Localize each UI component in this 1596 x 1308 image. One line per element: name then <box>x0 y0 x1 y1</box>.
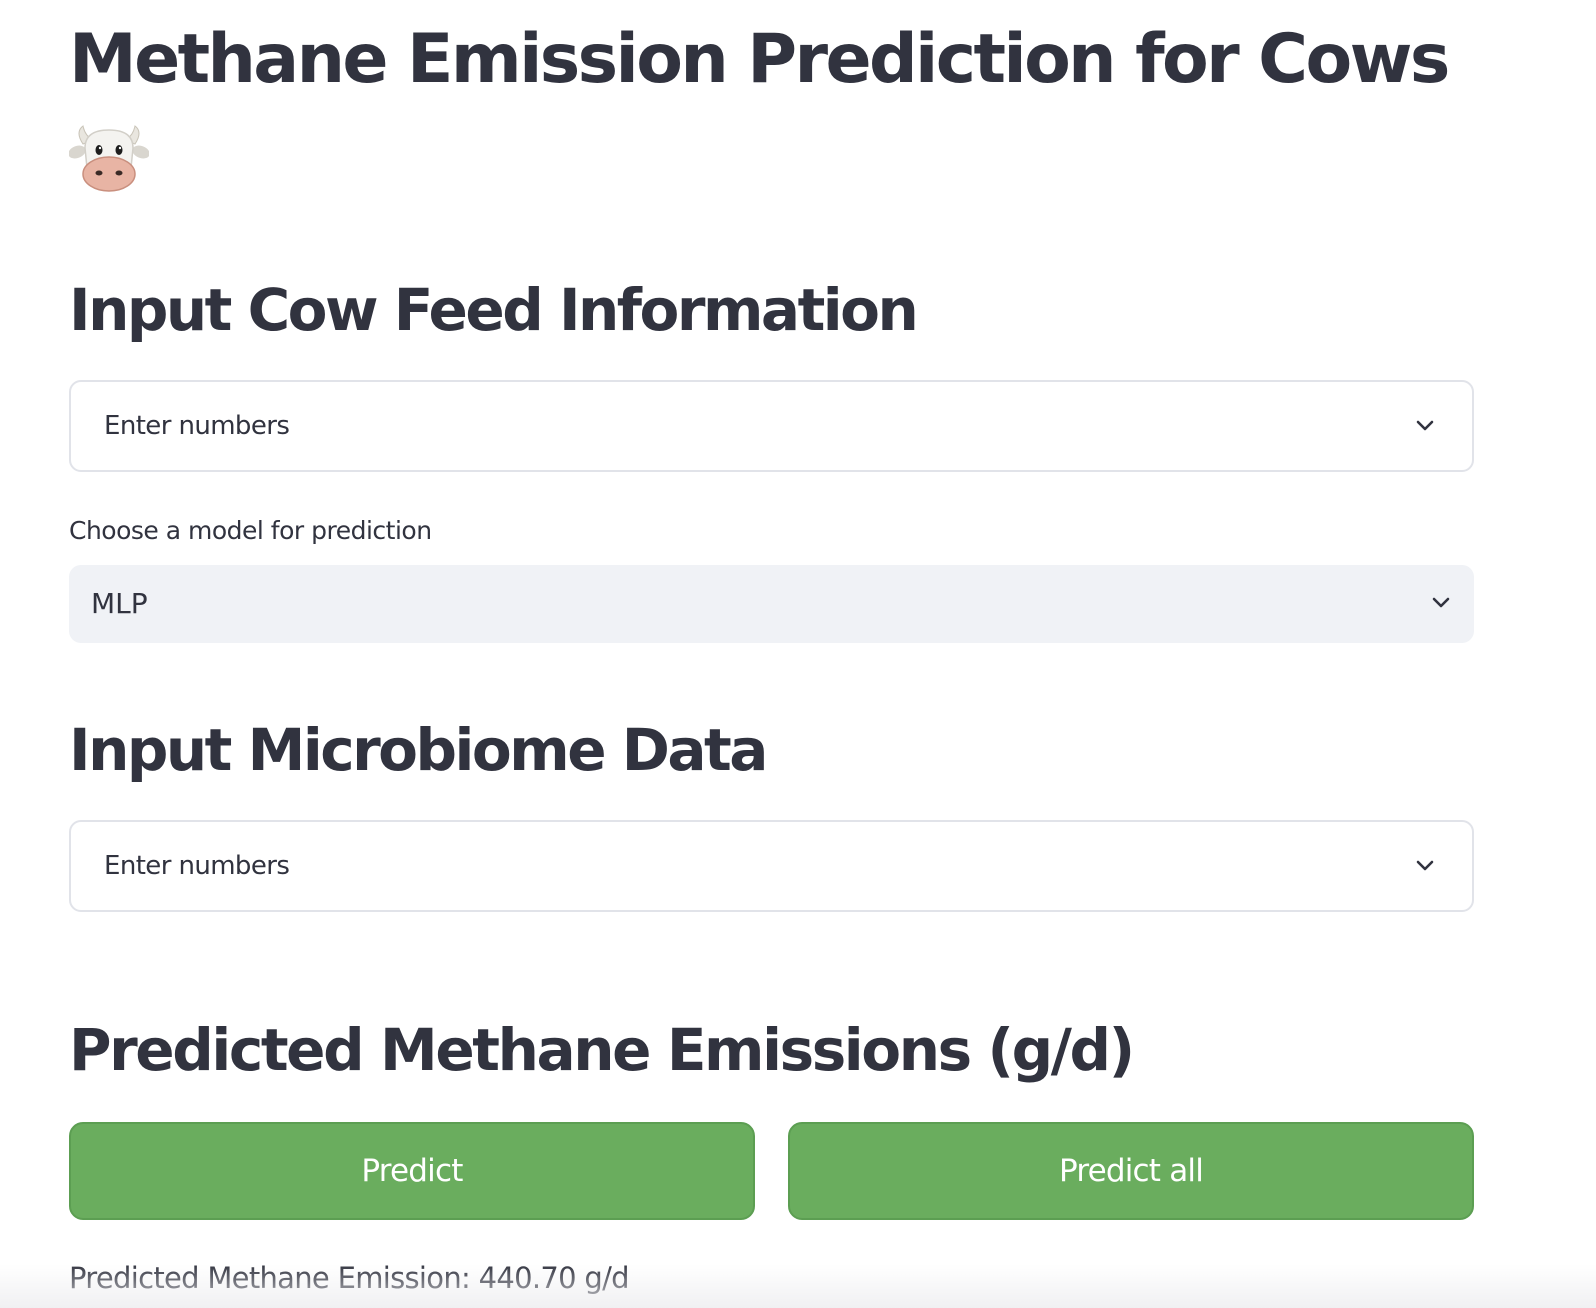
predict-button[interactable]: Predict <box>69 1122 755 1220</box>
chevron-down-icon <box>1428 590 1454 616</box>
feed-input-expander[interactable]: Enter numbers <box>69 380 1474 472</box>
prediction-result-text: Predicted Methane Emission: 440.70 g/d <box>69 1261 630 1295</box>
cow-face-icon <box>68 118 150 198</box>
microbiome-expander-label: Enter numbers <box>104 851 290 881</box>
predict-all-button[interactable]: Predict all <box>788 1122 1474 1220</box>
feed-section-heading: Input Cow Feed Information <box>69 276 919 344</box>
microbiome-section-heading: Input Microbiome Data <box>69 716 768 784</box>
model-select[interactable]: MLP <box>69 565 1474 643</box>
chevron-down-icon <box>1412 853 1438 879</box>
chevron-down-icon <box>1412 413 1438 439</box>
feed-expander-label: Enter numbers <box>104 411 290 441</box>
microbiome-input-expander[interactable]: Enter numbers <box>69 820 1474 912</box>
model-select-value: MLP <box>91 587 148 620</box>
page-title: Methane Emission Prediction for Cows <box>69 20 1450 99</box>
model-select-label: Choose a model for prediction <box>69 516 432 545</box>
prediction-section-heading: Predicted Methane Emissions (g/d) <box>69 1016 1135 1084</box>
